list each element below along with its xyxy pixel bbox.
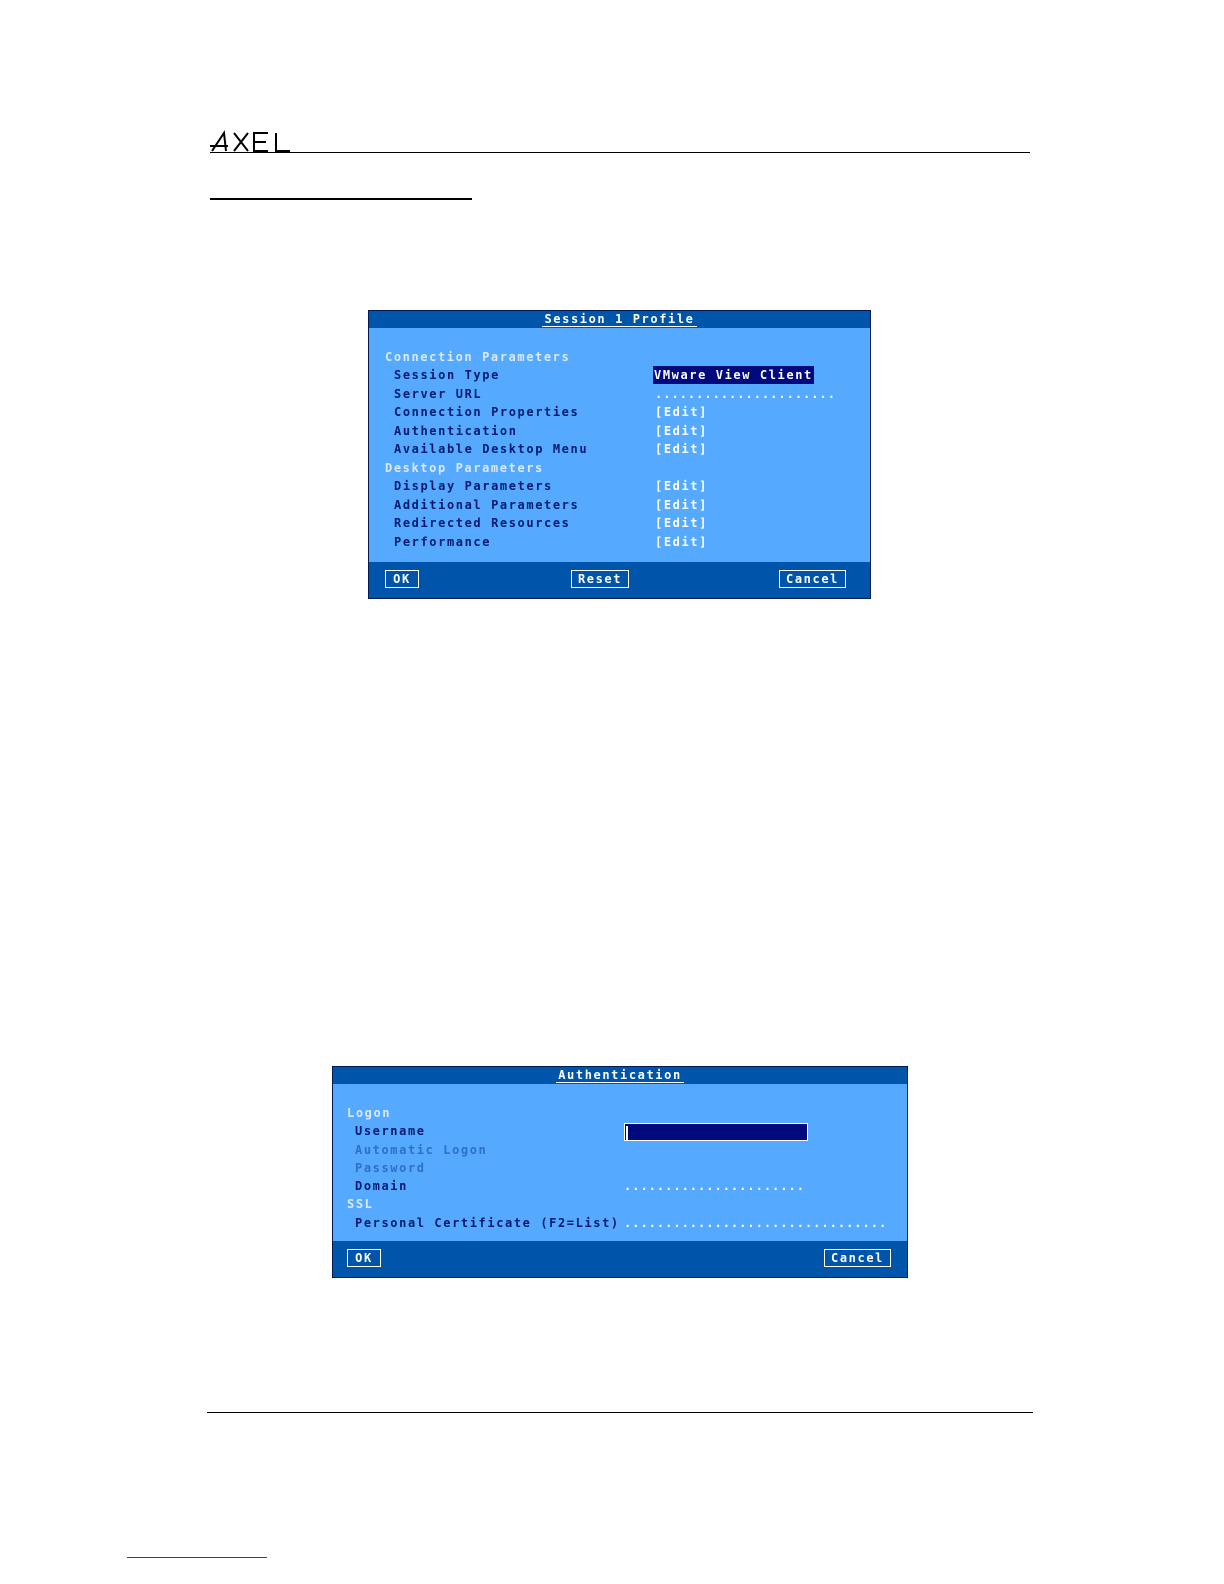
authentication-label: Authentication	[394, 424, 518, 438]
dialog-title: Authentication	[556, 1068, 684, 1083]
display-parameters-label: Display Parameters	[394, 479, 553, 493]
authentication-dialog: Authentication Logon Username Automatic …	[332, 1066, 908, 1278]
server-url-label: Server URL	[394, 387, 483, 401]
section-heading-connection: Connection Parameters	[385, 350, 571, 364]
dialog-title-bar: Session 1 Profile	[369, 311, 870, 328]
reset-button[interactable]: Reset	[571, 570, 629, 588]
automatic-logon-label: Automatic Logon	[355, 1143, 488, 1157]
dialog-button-bar: OK Cancel	[333, 1241, 907, 1277]
performance-edit-button[interactable]: [Edit]	[655, 533, 708, 551]
section-heading-desktop: Desktop Parameters	[385, 461, 544, 475]
session-profile-dialog: Session 1 Profile Connection Parameters …	[368, 310, 871, 599]
available-desktop-menu-label: Available Desktop Menu	[394, 442, 589, 456]
username-input[interactable]	[624, 1123, 808, 1141]
connection-properties-label: Connection Properties	[394, 405, 580, 419]
redirected-resources-label: Redirected Resources	[394, 516, 571, 530]
text-cursor	[626, 1126, 628, 1140]
personal-certificate-field[interactable]: ................................	[624, 1214, 887, 1232]
dialog-title: Session 1 Profile	[542, 312, 697, 327]
axel-logo	[210, 130, 290, 152]
additional-parameters-edit-button[interactable]: [Edit]	[655, 496, 708, 514]
dialog-title-bar: Authentication	[333, 1067, 907, 1084]
personal-certificate-label: Personal Certificate (F2=List)	[355, 1216, 620, 1230]
server-url-field[interactable]: ......................	[655, 385, 836, 403]
cancel-button[interactable]: Cancel	[779, 570, 846, 588]
username-label: Username	[355, 1124, 426, 1138]
available-desktop-menu-edit-button[interactable]: [Edit]	[655, 440, 708, 458]
additional-parameters-label: Additional Parameters	[394, 498, 580, 512]
cancel-button[interactable]: Cancel	[824, 1249, 891, 1267]
redirected-resources-edit-button[interactable]: [Edit]	[655, 514, 708, 532]
section-heading-logon: Logon	[347, 1106, 392, 1120]
footer-link-underline	[127, 1557, 267, 1558]
domain-field[interactable]: ......................	[624, 1177, 805, 1195]
dialog-button-bar: OK Reset Cancel	[369, 562, 870, 598]
performance-label: Performance	[394, 535, 492, 549]
ok-button[interactable]: OK	[385, 570, 419, 588]
section-heading-underline	[210, 198, 472, 200]
ok-button[interactable]: OK	[347, 1249, 381, 1267]
session-type-label: Session Type	[394, 368, 500, 382]
authentication-edit-button[interactable]: [Edit]	[655, 422, 708, 440]
connection-properties-edit-button[interactable]: [Edit]	[655, 403, 708, 421]
display-parameters-edit-button[interactable]: [Edit]	[655, 477, 708, 495]
footer-rule	[207, 1412, 1033, 1413]
domain-label: Domain	[355, 1179, 408, 1193]
password-label: Password	[355, 1161, 426, 1175]
header-rule	[210, 152, 1030, 153]
section-heading-ssl: SSL	[347, 1197, 374, 1211]
session-type-select[interactable]: VMware View Client	[653, 366, 814, 384]
